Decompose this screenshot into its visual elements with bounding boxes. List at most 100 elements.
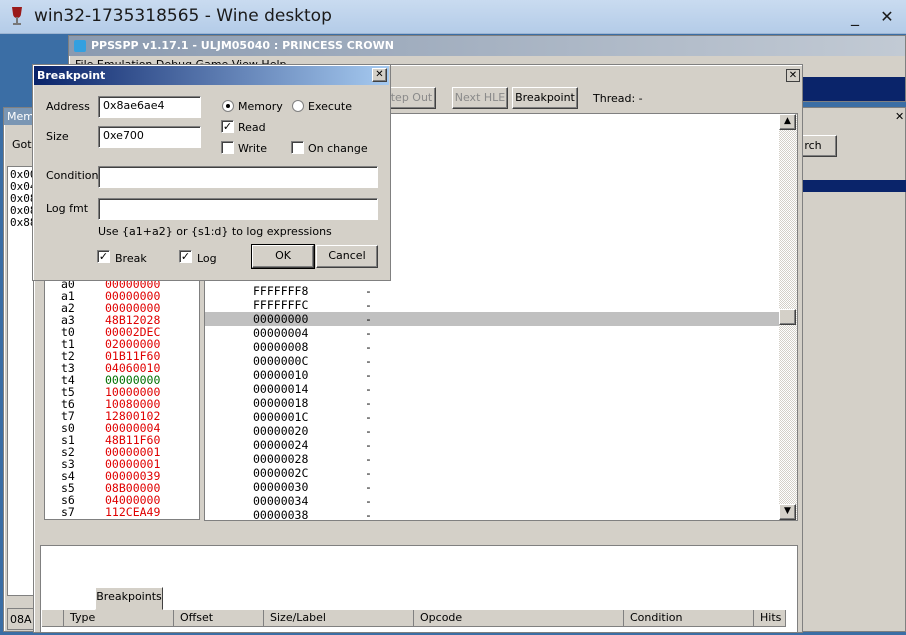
ppsspp-titlebar: PPSSPP v1.17.1 - ULJM05040 : PRINCESS CR… xyxy=(69,36,905,56)
disassembly-address: 00000024 xyxy=(253,438,309,452)
breakpoint-button[interactable]: Breakpoint xyxy=(512,87,578,109)
on-change-label: On change xyxy=(308,142,368,155)
column-header-opcode[interactable]: Opcode xyxy=(414,610,624,627)
registers-panel[interactable]: a0 00000000 a1 00000000 a2 00000000 a3 48B12028… xyxy=(44,280,200,520)
disassembly-row[interactable]: 00000010 - xyxy=(205,368,779,382)
execute-radio[interactable] xyxy=(292,100,304,112)
status-bar: 08A xyxy=(7,608,35,630)
register-value: 00000001 xyxy=(105,518,160,519)
close-button[interactable]: ✕ xyxy=(878,8,896,26)
ok-button[interactable]: OK xyxy=(251,244,315,269)
disassembly-address: 0000001C xyxy=(253,410,309,424)
column-header-condition[interactable]: Condition xyxy=(624,610,754,627)
memory-address-list[interactable]: 0x00 0x04 0x08 0x08 0x88 xyxy=(7,166,37,596)
register-name: s2 xyxy=(61,445,75,459)
log-checkbox[interactable]: ✓ xyxy=(179,250,192,263)
disassembly-op: - xyxy=(365,424,372,438)
disassembly-row[interactable]: 00000030 - xyxy=(205,480,779,494)
disassembly-address: 00000020 xyxy=(253,424,309,438)
column-header-offset[interactable]: Offset xyxy=(174,610,264,627)
write-checkbox[interactable] xyxy=(221,141,234,154)
minimize-button[interactable]: _ xyxy=(846,8,864,26)
disassembly-row[interactable]: FFFFFFF8 - xyxy=(205,284,779,298)
disassembly-row[interactable]: 00000038 - xyxy=(205,508,779,521)
disassembly-row[interactable]: 0000001C - xyxy=(205,410,779,424)
register-name: s6 xyxy=(61,493,75,507)
memory-window-close-icon[interactable]: ✕ xyxy=(895,110,904,123)
memory-address[interactable]: 0x88 xyxy=(10,217,37,229)
break-label: Break xyxy=(115,252,147,265)
column-header-type[interactable]: Type xyxy=(64,610,174,627)
disassembly-address: 00000008 xyxy=(253,340,309,354)
read-label: Read xyxy=(238,121,266,134)
size-label: Size xyxy=(46,130,69,143)
register-name: t0 xyxy=(61,325,75,339)
ppsspp-icon xyxy=(74,40,86,52)
disassembly-row[interactable]: FFFFFFFC - xyxy=(205,298,779,312)
read-checkbox[interactable]: ✓ xyxy=(221,120,234,133)
disassembly-row[interactable]: 00000020 - xyxy=(205,424,779,438)
debugger-close-icon[interactable]: ✕ xyxy=(786,69,800,82)
dialog-titlebar: Breakpoint xyxy=(34,66,389,85)
log-format-label: Log fmt xyxy=(46,202,89,215)
disassembly-op: - xyxy=(365,466,372,480)
register-name: t1 xyxy=(61,337,75,351)
disassembly-address: 00000028 xyxy=(253,452,309,466)
size-field[interactable]: 0xe700 xyxy=(98,126,201,148)
scroll-down-icon[interactable]: ▼ xyxy=(779,504,796,520)
disassembly-address: FFFFFFFC xyxy=(253,298,309,312)
disassembly-row[interactable]: 00000034 - xyxy=(205,494,779,508)
scroll-up-icon[interactable]: ▲ xyxy=(779,114,796,130)
disassembly-row[interactable]: 00000004 - xyxy=(205,326,779,340)
disassembly-op: - xyxy=(365,494,372,508)
log-label: Log xyxy=(197,252,217,265)
column-header-blank xyxy=(42,610,64,627)
thread-label: Thread: - xyxy=(593,92,643,105)
disassembly-row[interactable]: 00000000 - xyxy=(205,312,779,326)
next-hle-button[interactable]: Next HLE xyxy=(452,87,508,109)
disassembly-address: 00000010 xyxy=(253,368,309,382)
disassembly-address: 00000018 xyxy=(253,396,309,410)
disassembly-row[interactable]: 00000008 - xyxy=(205,340,779,354)
register-name: s7 xyxy=(61,505,75,519)
register-name: a3 xyxy=(61,313,75,327)
disassembly-row[interactable]: 00000018 - xyxy=(205,396,779,410)
condition-field[interactable] xyxy=(98,166,378,188)
disassembly-row[interactable]: 00000024 - xyxy=(205,438,779,452)
register-name: t6 xyxy=(61,397,75,411)
disassembly-op: - xyxy=(365,298,372,312)
log-format-field[interactable] xyxy=(98,198,378,220)
disassembly-row[interactable]: 0000000C - xyxy=(205,354,779,368)
register-name: t2 xyxy=(61,349,75,363)
register-row[interactable]: t800000001 xyxy=(45,518,199,519)
column-header-size-label[interactable]: Size/Label xyxy=(264,610,414,627)
scroll-thumb[interactable] xyxy=(779,309,796,325)
disassembly-op: - xyxy=(365,284,372,298)
tab-breakpoints[interactable]: Breakpoints xyxy=(95,587,163,610)
register-name: s3 xyxy=(61,457,75,471)
disassembly-address: 0000002C xyxy=(253,466,309,480)
disassembly-row[interactable]: 00000014 - xyxy=(205,382,779,396)
disassembly-op: - xyxy=(365,438,372,452)
on-change-checkbox[interactable] xyxy=(291,141,304,154)
disassembly-op: - xyxy=(365,354,372,368)
disassembly-address: 00000000 xyxy=(253,312,309,326)
selected-row xyxy=(801,180,906,192)
disassembly-address: 00000034 xyxy=(253,494,309,508)
disassembly-address: 00000014 xyxy=(253,382,309,396)
wine-desktop-title: win32-1735318565 - Wine desktop xyxy=(34,6,332,26)
disassembly-scrollbar[interactable]: ▲ ▼ xyxy=(779,114,797,520)
disassembly-row[interactable]: 00000028 - xyxy=(205,452,779,466)
address-field[interactable]: 0x8ae6ae4 xyxy=(98,96,201,118)
disassembly-row[interactable]: 0000002C - xyxy=(205,466,779,480)
cancel-button[interactable]: Cancel xyxy=(316,245,378,268)
execute-radio-label: Execute xyxy=(308,100,352,113)
break-checkbox[interactable]: ✓ xyxy=(97,250,110,263)
dialog-close-icon[interactable]: ✕ xyxy=(372,68,387,82)
disassembly-op: - xyxy=(365,508,372,521)
memory-radio[interactable] xyxy=(222,100,234,112)
disassembly-op: - xyxy=(365,368,372,382)
column-header-hits[interactable]: Hits xyxy=(754,610,786,627)
disassembly-op: - xyxy=(365,382,372,396)
disassembly-address: 00000030 xyxy=(253,480,309,494)
